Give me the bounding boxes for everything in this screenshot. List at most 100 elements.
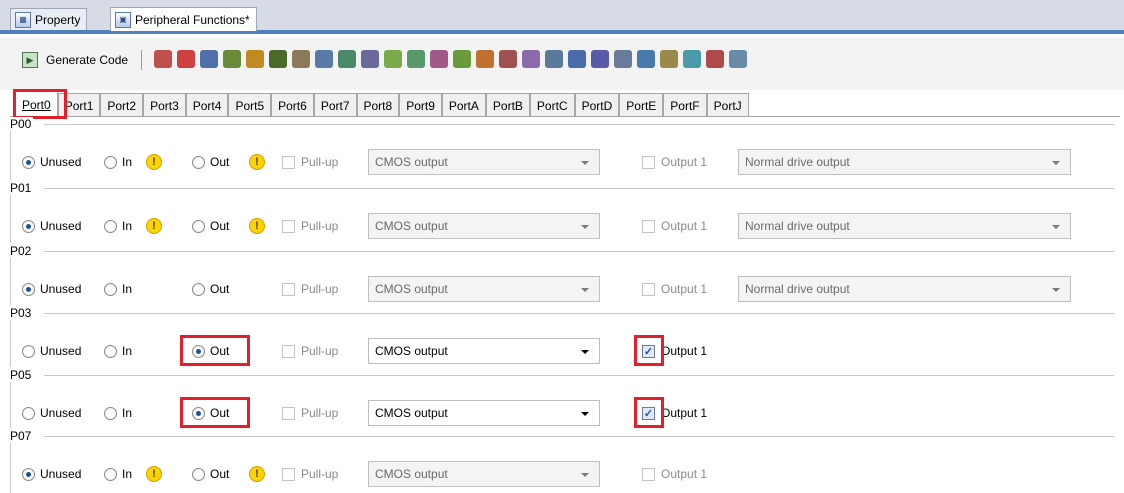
tab-port3[interactable]: Port3 xyxy=(143,93,186,117)
radio-p05-in[interactable]: In xyxy=(104,405,132,421)
peripheral-function-5-icon[interactable] xyxy=(246,50,264,68)
peripheral-function-26-icon[interactable] xyxy=(729,50,747,68)
radio-p07-out[interactable]: Out xyxy=(192,466,229,482)
select-p00-output-type-value: CMOS output xyxy=(375,155,448,169)
group-p00-divider xyxy=(44,124,1114,125)
tab-portc[interactable]: PortC xyxy=(529,93,575,117)
tab-portd[interactable]: PortD xyxy=(574,93,620,117)
tab-port9[interactable]: Port9 xyxy=(399,93,442,117)
select-p05-output-type[interactable]: CMOS output xyxy=(368,400,600,426)
checkbox-p02-pullup-box xyxy=(282,282,295,296)
checkbox-p05-pullup[interactable]: Pull-up xyxy=(282,405,338,421)
peripheral-function-23-icon[interactable] xyxy=(660,50,678,68)
tab-port2[interactable]: Port2 xyxy=(100,93,144,117)
peripheral-function-12-icon[interactable] xyxy=(407,50,425,68)
chevron-down-icon xyxy=(581,225,589,229)
select-p01-output-type[interactable]: CMOS output xyxy=(368,213,600,239)
peripheral-function-1-icon[interactable] xyxy=(154,50,172,68)
generate-code-button[interactable]: ▶ Generate Code xyxy=(22,49,128,71)
select-p07-output-type-value: CMOS output xyxy=(375,467,448,481)
radio-p00-unused[interactable]: Unused xyxy=(22,154,81,170)
peripheral-function-19-icon[interactable] xyxy=(568,50,586,68)
radio-p00-out[interactable]: Out xyxy=(192,154,229,170)
peripheral-function-22-icon[interactable] xyxy=(637,50,655,68)
tab-port8[interactable]: Port8 xyxy=(356,93,400,117)
tab-port4[interactable]: Port4 xyxy=(185,93,229,117)
radio-p07-unused[interactable]: Unused xyxy=(22,466,81,482)
radio-p07-in[interactable]: In xyxy=(104,466,132,482)
tab-port6[interactable]: Port6 xyxy=(271,93,314,117)
peripheral-function-15-icon[interactable] xyxy=(476,50,494,68)
tab-property[interactable]: ▦ Property xyxy=(10,8,88,30)
radio-p02-unused[interactable]: Unused xyxy=(22,281,81,297)
checkbox-p00-pullup-box xyxy=(282,155,295,169)
peripheral-function-10-icon[interactable] xyxy=(361,50,379,68)
checkbox-p00-output1-box xyxy=(642,155,655,169)
checkbox-p07-pullup[interactable]: Pull-up xyxy=(282,466,338,482)
peripheral-function-16-icon[interactable] xyxy=(499,50,517,68)
tab-port5[interactable]: Port5 xyxy=(228,93,272,117)
port-tab-strip: Port0 Port1 Port2 Port3 Port4 Port5 Port6 Port7… xyxy=(15,91,749,117)
tab-peripheral-functions[interactable]: ▣ Peripheral Functions* xyxy=(110,7,257,31)
select-p02-output-type[interactable]: CMOS output xyxy=(368,276,600,302)
select-p07-output-type[interactable]: CMOS output xyxy=(368,461,600,487)
peripheral-function-9-icon[interactable] xyxy=(338,50,356,68)
tab-portj[interactable]: PortJ xyxy=(706,93,749,117)
radio-p05-unused[interactable]: Unused xyxy=(22,405,81,421)
tab-portb[interactable]: PortB xyxy=(485,93,530,117)
radio-p00-in[interactable]: In xyxy=(104,154,132,170)
group-p02-divider xyxy=(44,251,1114,252)
peripheral-function-11-icon[interactable] xyxy=(384,50,402,68)
radio-p01-unused[interactable]: Unused xyxy=(22,218,81,234)
warning-p00-in-icon: ! xyxy=(146,154,162,170)
toolbar: ▶ Generate Code xyxy=(0,38,1124,90)
peripheral-function-7-icon[interactable] xyxy=(292,50,310,68)
select-p01-drive[interactable]: Normal drive output xyxy=(738,213,1071,239)
radio-p03-in[interactable]: In xyxy=(104,343,132,359)
peripheral-function-14-icon[interactable] xyxy=(453,50,471,68)
tab-port7[interactable]: Port7 xyxy=(313,93,357,117)
select-p02-output-type-value: CMOS output xyxy=(375,282,448,296)
tab-portf[interactable]: PortF xyxy=(663,93,707,117)
select-p03-output-type[interactable]: CMOS output xyxy=(368,338,600,364)
peripheral-function-25-icon[interactable] xyxy=(706,50,724,68)
radio-p01-in[interactable]: In xyxy=(104,218,132,234)
radio-p03-unused[interactable]: Unused xyxy=(22,343,81,359)
checkbox-p00-output1[interactable]: Output 1 xyxy=(642,154,707,170)
peripheral-function-6-icon[interactable] xyxy=(269,50,287,68)
checkbox-p01-output1[interactable]: Output 1 xyxy=(642,218,707,234)
checkbox-p00-pullup[interactable]: Pull-up xyxy=(282,154,338,170)
checkbox-p07-pullup-box xyxy=(282,467,295,481)
peripheral-function-8-icon[interactable] xyxy=(315,50,333,68)
peripheral-function-2-icon[interactable] xyxy=(177,50,195,68)
select-p02-drive[interactable]: Normal drive output xyxy=(738,276,1071,302)
radio-p02-out[interactable]: Out xyxy=(192,281,229,297)
peripheral-function-17-icon[interactable] xyxy=(522,50,540,68)
group-p05-left-border xyxy=(10,375,11,428)
radio-p01-out[interactable]: Out xyxy=(192,218,229,234)
tab-porte[interactable]: PortE xyxy=(619,93,664,117)
select-p00-output-type[interactable]: CMOS output xyxy=(368,149,600,175)
tab-porta[interactable]: PortA xyxy=(441,93,486,117)
radio-p02-out-indicator xyxy=(192,282,205,296)
checkbox-p07-output1[interactable]: Output 1 xyxy=(642,466,707,482)
radio-p03-unused-indicator xyxy=(22,344,35,358)
peripheral-function-20-icon[interactable] xyxy=(591,50,609,68)
checkbox-p02-pullup[interactable]: Pull-up xyxy=(282,281,338,297)
checkbox-p02-output1[interactable]: Output 1 xyxy=(642,281,707,297)
warning-p01-out-icon: ! xyxy=(249,218,265,234)
peripheral-function-13-icon[interactable] xyxy=(430,50,448,68)
select-p00-drive-value: Normal drive output xyxy=(745,155,850,169)
checkbox-p03-pullup[interactable]: Pull-up xyxy=(282,343,338,359)
peripheral-function-24-icon[interactable] xyxy=(683,50,701,68)
checkbox-p01-pullup[interactable]: Pull-up xyxy=(282,218,338,234)
group-p00-left-border xyxy=(10,124,11,180)
radio-p02-in[interactable]: In xyxy=(104,281,132,297)
peripheral-function-3-icon[interactable] xyxy=(200,50,218,68)
peripheral-function-21-icon[interactable] xyxy=(614,50,632,68)
peripheral-function-4-icon[interactable] xyxy=(223,50,241,68)
checkbox-p02-pullup-label: Pull-up xyxy=(301,282,339,296)
radio-p07-in-label: In xyxy=(122,467,133,481)
peripheral-function-18-icon[interactable] xyxy=(545,50,563,68)
select-p00-drive[interactable]: Normal drive output xyxy=(738,149,1071,175)
